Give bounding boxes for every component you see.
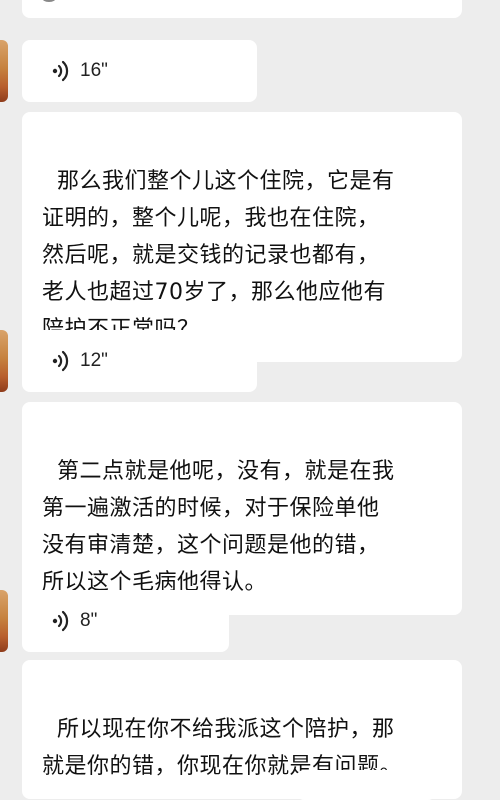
voice-duration: 8" [80, 610, 98, 631]
voice-message[interactable]: 16" [22, 40, 257, 102]
text-message[interactable]: 那么我们整个儿这个住院，它是有 证明的，整个儿呢，我也在住院， 然后呢，就是交钱… [22, 112, 462, 362]
message-text: 第二点就是他呢，没有，就是在我 第一遍激活的时候，对于保险单他 没有审清楚，这个… [42, 459, 395, 595]
voice-message[interactable]: 8" [22, 590, 229, 652]
avatar[interactable] [0, 330, 8, 392]
text-message[interactable]: 第二点就是他呢，没有，就是在我 第一遍激活的时候，对于保险单他 没有审清楚，这个… [22, 402, 462, 615]
voice-wave-icon [52, 350, 69, 372]
voice-wave-icon [52, 60, 69, 82]
voice-wave-icon [52, 610, 69, 632]
avatar[interactable] [0, 40, 8, 102]
voice-message[interactable]: 12" [22, 330, 257, 392]
message-text: 那么我们整个儿这个住院，它是有 证明的，整个儿呢，我也在住院， 然后呢，就是交钱… [42, 169, 395, 342]
voice-duration: 12" [80, 350, 108, 371]
message-bubble-partial-top[interactable] [22, 0, 462, 18]
message-bubble-partial-bottom[interactable] [296, 770, 436, 800]
avatar[interactable] [0, 590, 8, 652]
voice-duration: 16" [80, 60, 108, 81]
